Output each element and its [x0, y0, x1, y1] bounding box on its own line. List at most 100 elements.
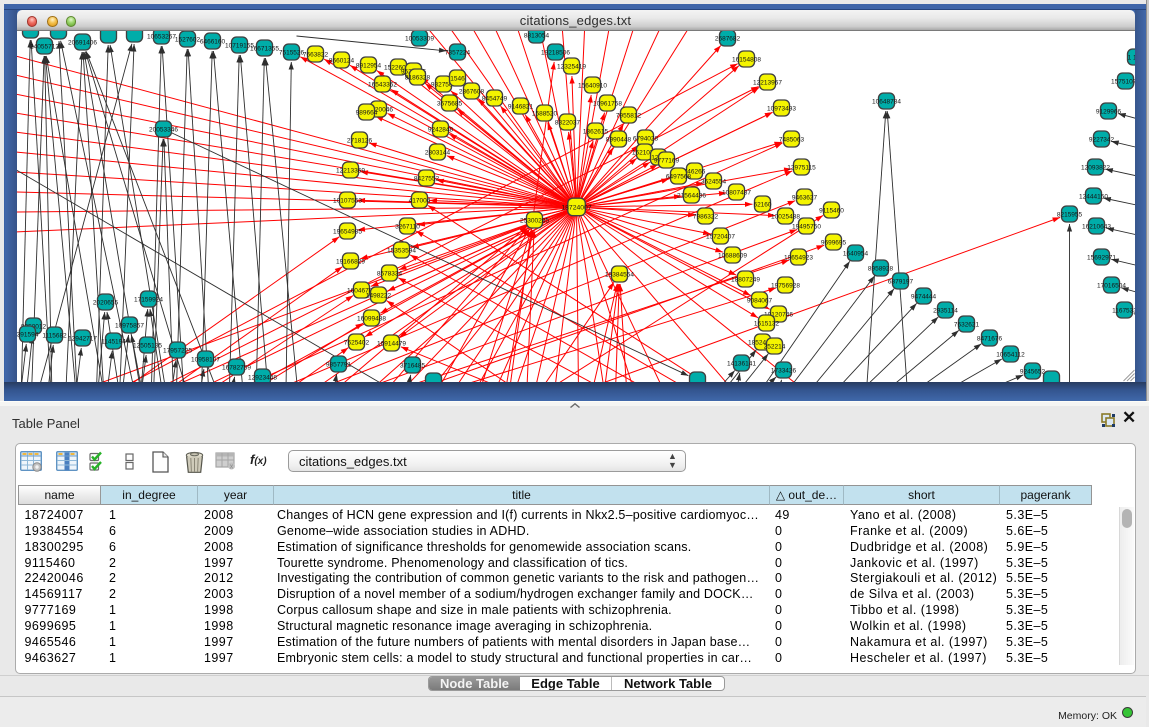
svg-text:10807487: 10807487	[722, 190, 751, 197]
svg-text:17016504: 17016504	[1097, 283, 1126, 290]
svg-text:12093822: 12093822	[1081, 165, 1110, 172]
svg-text:16543362: 16543362	[368, 82, 397, 89]
svg-text:10107553: 10107553	[333, 198, 362, 205]
svg-text:10961758: 10961758	[593, 101, 622, 108]
svg-text:10053309: 10053309	[405, 36, 434, 43]
svg-text:9146821: 9146821	[507, 104, 533, 111]
svg-text:2803144: 2803144	[424, 150, 450, 157]
svg-text:19218506: 19218506	[541, 50, 570, 57]
svg-text:16210643: 16210643	[1082, 224, 1111, 231]
svg-text:16914479: 16914479	[377, 341, 406, 348]
svg-text:17159924: 17159924	[134, 297, 163, 304]
svg-text:9129966: 9129966	[1095, 109, 1121, 116]
svg-text:7632621: 7632621	[953, 322, 979, 329]
svg-text:9474444: 9474444	[910, 294, 936, 301]
svg-text:7955812: 7955812	[615, 113, 641, 120]
svg-text:10973493: 10973493	[767, 106, 796, 113]
svg-text:16099488: 16099488	[357, 316, 386, 323]
svg-text:2935114: 2935114	[933, 308, 958, 315]
svg-text:9242848: 9242848	[427, 127, 453, 134]
svg-text:12942717: 12942717	[68, 336, 97, 343]
svg-text:20053346: 20053346	[149, 127, 178, 134]
svg-text:10688609: 10688609	[718, 253, 747, 260]
svg-text:7515526: 7515526	[278, 50, 304, 57]
svg-text:1640954: 1640954	[842, 251, 868, 258]
svg-text:2867608: 2867608	[458, 89, 484, 96]
svg-text:1615132: 1615132	[753, 321, 779, 328]
svg-text:8186328: 8186328	[404, 75, 430, 82]
svg-text:8912954: 8912954	[355, 63, 381, 70]
svg-text:25300285: 25300285	[520, 218, 549, 225]
svg-text:8215955: 8215955	[1056, 212, 1082, 219]
svg-text:19495750: 19495750	[792, 224, 821, 231]
svg-text:3267110: 3267110	[395, 224, 420, 231]
svg-text:8322037: 8322037	[554, 120, 580, 127]
svg-text:6497568: 6497568	[665, 174, 691, 181]
svg-text:7986322: 7986322	[692, 214, 718, 221]
svg-text:1362615: 1362615	[582, 129, 608, 136]
svg-text:3716485: 3716485	[399, 363, 425, 370]
svg-text:7357224: 7357224	[444, 50, 470, 57]
svg-text:6879197: 6879197	[887, 279, 913, 286]
svg-text:19756928: 19756928	[771, 283, 800, 290]
svg-text:1115682: 1115682	[42, 333, 67, 340]
svg-text:19654985: 19654985	[333, 229, 362, 236]
svg-text:9245652: 9245652	[1019, 369, 1045, 376]
svg-text:18724007: 18724007	[561, 205, 591, 212]
svg-text:12975115: 12975115	[787, 165, 816, 172]
svg-text:12213369: 12213369	[336, 168, 365, 175]
svg-text:20691406: 20691406	[68, 40, 97, 47]
svg-text:1527602: 1527602	[174, 37, 200, 44]
svg-text:3675685: 3675685	[436, 101, 462, 108]
svg-text:9227342: 9227342	[1088, 137, 1114, 144]
svg-text:x: x	[230, 464, 234, 471]
svg-text:12325419: 12325419	[557, 64, 586, 71]
svg-text:10958107: 10958107	[191, 357, 220, 364]
svg-text:17957225: 17957225	[163, 348, 192, 355]
svg-text:8660124: 8660124	[328, 58, 354, 65]
svg-text:9699695: 9699695	[820, 240, 846, 247]
svg-text:14136141: 14136141	[727, 361, 756, 368]
svg-text:8958928: 8958928	[867, 266, 893, 273]
svg-text:19384554: 19384554	[605, 272, 634, 279]
svg-text:10975857: 10975857	[115, 323, 144, 330]
svg-text:10654112: 10654112	[996, 352, 1025, 359]
svg-text:19654923: 19654923	[784, 255, 813, 262]
svg-text:10653267: 10653267	[147, 34, 176, 41]
svg-text:7625402: 7625402	[343, 340, 369, 347]
svg-text:391594: 391594	[17, 332, 39, 339]
svg-text:10025488: 10025488	[771, 214, 800, 221]
svg-text:16154808: 16154808	[732, 57, 761, 64]
svg-text:9777169: 9777169	[653, 158, 679, 165]
svg-text:1546: 1546	[450, 76, 465, 83]
svg-text:1588520: 1588520	[531, 111, 557, 118]
svg-text:2718126: 2718126	[346, 138, 372, 145]
svg-text:9463627: 9463627	[791, 195, 817, 202]
svg-text:16782759: 16782759	[222, 365, 251, 372]
svg-text:15640910: 15640910	[578, 83, 607, 90]
svg-text:8454749: 8454749	[481, 96, 507, 103]
svg-text:16671355: 16671355	[250, 46, 279, 53]
svg-text:417004: 417004	[408, 198, 430, 205]
svg-text:2020655: 2020655	[92, 300, 118, 307]
svg-text:15692971: 15692971	[1087, 255, 1116, 262]
svg-text:7485063: 7485063	[778, 137, 804, 144]
svg-text:8471676: 8471676	[976, 336, 1002, 343]
svg-text:1145194: 1145194	[101, 339, 126, 346]
svg-text:252214: 252214	[763, 344, 785, 351]
svg-text:18807249: 18807249	[731, 277, 760, 284]
svg-text:12444150: 12444150	[1079, 194, 1108, 201]
svg-text:8578334: 8578334	[376, 271, 402, 278]
svg-text:6794028: 6794028	[632, 136, 658, 143]
svg-text:21564436: 21564436	[677, 193, 706, 200]
svg-text:989664: 989664	[355, 110, 377, 117]
svg-text:9084067: 9084067	[746, 298, 772, 305]
svg-text:8813054: 8813054	[523, 33, 549, 40]
svg-text:19166829: 19166829	[336, 259, 365, 266]
svg-text:24055712: 24055712	[30, 44, 59, 51]
svg-text:10648784: 10648784	[872, 99, 901, 106]
svg-text:8990448: 8990448	[605, 137, 631, 144]
svg-text:1733426: 1733426	[770, 368, 796, 375]
svg-text:15720407: 15720407	[706, 234, 735, 241]
svg-text:9115460: 9115460	[819, 208, 844, 215]
